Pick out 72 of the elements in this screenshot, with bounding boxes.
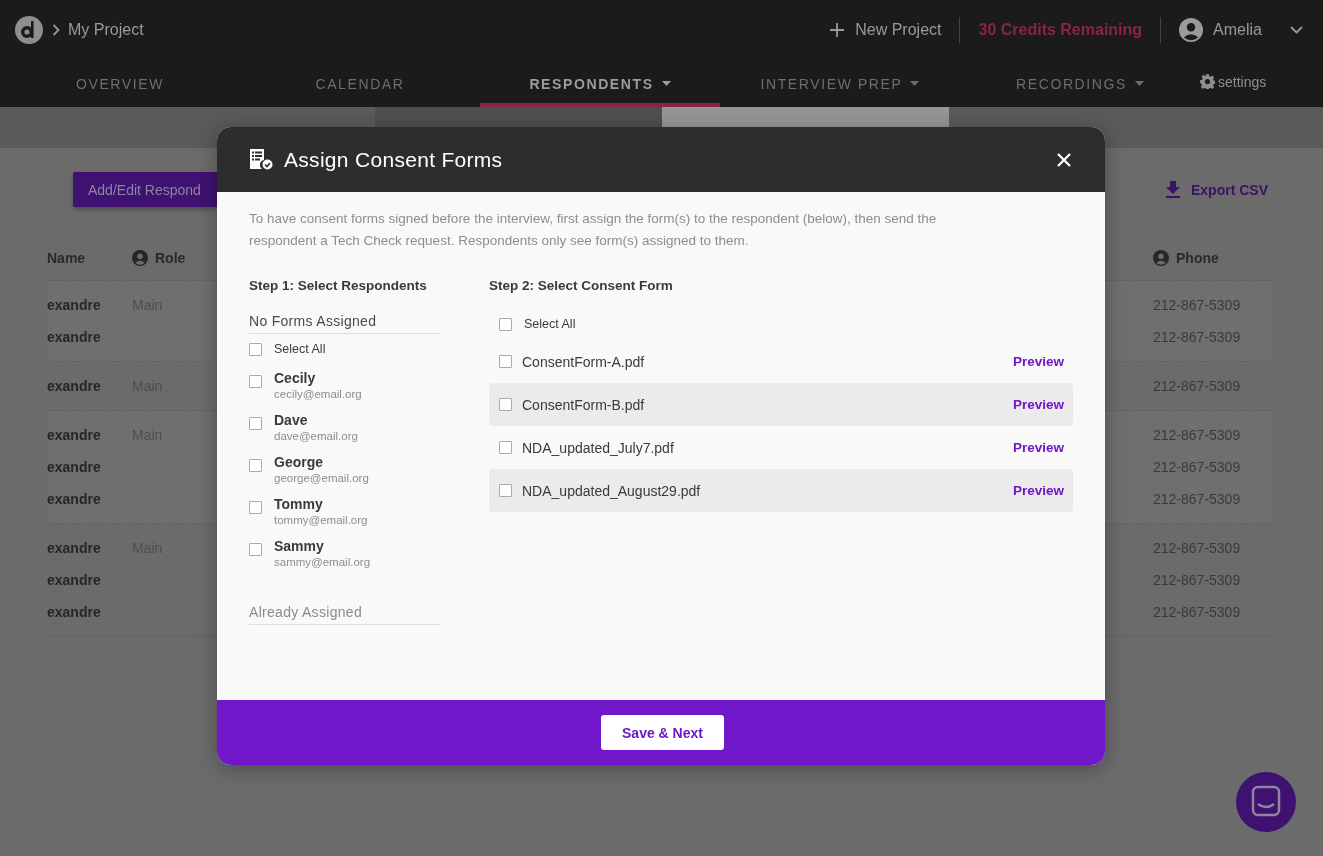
- settings-icon: [1200, 74, 1215, 89]
- settings-link[interactable]: settings: [1218, 74, 1267, 90]
- select-all-label: Select All: [524, 317, 576, 331]
- respondent-email: george@email.org: [274, 472, 369, 484]
- table-cell-text: exandre: [47, 491, 102, 507]
- chevron-right-icon: [52, 24, 60, 36]
- preview-link[interactable]: Preview: [1012, 483, 1064, 498]
- checkbox[interactable]: [249, 543, 262, 556]
- nav-tab[interactable]: OVERVIEW: [0, 60, 240, 107]
- select-all-label: Select All: [274, 342, 326, 356]
- table-cell-text: exandre: [47, 297, 102, 313]
- instructions-text: To have consent forms signed before the interview, first assign the form(s) to the respondent (below), then send the respondent a Tech Check request. Respondents only see form(s) assigned to them.: [249, 210, 938, 250]
- preview-link[interactable]: Preview: [1012, 440, 1064, 455]
- close-icon[interactable]: [1057, 152, 1071, 167]
- save-next-button[interactable]: Save & Next: [601, 715, 724, 750]
- respondent-name: Tommy: [274, 496, 324, 512]
- sub-tab[interactable]: [375, 107, 662, 127]
- document-check-icon: [250, 149, 273, 170]
- respondent-name: Dave: [274, 412, 309, 428]
- checkbox[interactable]: [249, 459, 262, 472]
- form-file-name: NDA_updated_August29.pdf: [522, 482, 702, 499]
- checkbox[interactable]: [499, 441, 512, 454]
- respondent-email: tommy@email.org: [274, 514, 368, 526]
- table-cell-text: exandre: [47, 540, 102, 556]
- preview-link[interactable]: Preview: [1012, 354, 1064, 369]
- checkbox[interactable]: [499, 484, 512, 497]
- respondent-email: sammy@email.org: [274, 556, 371, 568]
- new-project-link[interactable]: New Project: [855, 21, 942, 39]
- user-name[interactable]: Amelia: [1213, 21, 1262, 39]
- respondent-name: Cecily: [274, 370, 317, 386]
- credits-remaining: 30 Credits Remaining: [978, 21, 1143, 39]
- table-cell-text: exandre: [47, 329, 102, 345]
- step-heading: Step 2: Select Consent Form: [489, 278, 674, 295]
- checkbox[interactable]: [249, 417, 262, 430]
- checkbox[interactable]: [499, 355, 512, 368]
- section-heading: Already Assigned: [249, 604, 440, 625]
- respondent-email: dave@email.org: [274, 430, 358, 442]
- form-file-name: ConsentForm-B.pdf: [522, 396, 646, 413]
- section-heading: No Forms Assigned: [249, 313, 440, 334]
- column-header: Role: [155, 249, 186, 266]
- chat-button[interactable]: [1236, 772, 1296, 832]
- user-avatar-icon: [1179, 18, 1204, 42]
- checkbox[interactable]: [499, 398, 512, 411]
- respondent-email: cecily@email.org: [274, 388, 362, 400]
- checkbox[interactable]: [499, 317, 512, 331]
- table-cell-text: exandre: [47, 459, 102, 475]
- chevron-down-icon[interactable]: [1290, 26, 1303, 34]
- respondent-name: George: [274, 454, 324, 470]
- checkbox[interactable]: [249, 501, 262, 514]
- plus-icon: [829, 22, 846, 38]
- form-file-name: NDA_updated_July7.pdf: [522, 439, 675, 456]
- nav-tab[interactable]: INTERVIEW PREP: [720, 60, 960, 107]
- project-breadcrumb[interactable]: My Project: [68, 21, 144, 39]
- form-file-name: ConsentForm-A.pdf: [522, 353, 646, 370]
- checkbox[interactable]: [249, 342, 262, 356]
- modal-title: Assign Consent Forms: [284, 147, 504, 172]
- respondent-name: Sammy: [274, 538, 325, 554]
- nav-tab[interactable]: CALENDAR: [240, 60, 480, 107]
- download-icon: [1165, 181, 1181, 198]
- nav-tab[interactable]: RECORDINGS: [960, 60, 1200, 107]
- add-edit-respondents-button[interactable]: Add/Edit Respond: [73, 172, 217, 207]
- table-cell-text: exandre: [47, 604, 102, 620]
- table-cell-text: exandre: [47, 572, 102, 588]
- column-header: Name: [47, 249, 86, 266]
- logo-icon[interactable]: [14, 15, 44, 45]
- column-header: Phone: [1176, 249, 1219, 266]
- step-heading: Step 1: Select Respondents: [249, 278, 428, 295]
- table-cell-text: exandre: [47, 378, 102, 394]
- sub-tab[interactable]: [662, 107, 949, 127]
- table-cell-text: exandre: [47, 427, 102, 443]
- preview-link[interactable]: Preview: [1012, 397, 1064, 412]
- checkbox[interactable]: [249, 375, 262, 388]
